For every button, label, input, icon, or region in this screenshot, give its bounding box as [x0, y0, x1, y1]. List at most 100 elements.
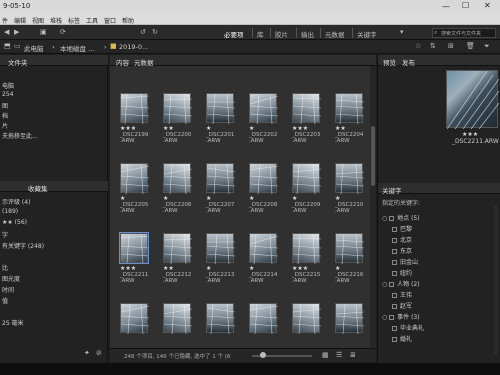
breadcrumb-item[interactable]: 此电脑 — [24, 43, 44, 53]
rating-stars[interactable]: ★ — [206, 265, 211, 272]
keyword-group[interactable]: ○ 事件 (3) — [382, 312, 420, 321]
keyword-group[interactable]: ○ 地点 (5) — [382, 213, 420, 222]
forward-icon[interactable]: ▶ — [14, 28, 19, 36]
thumbnail-image[interactable] — [206, 303, 236, 335]
menu-item[interactable]: 工具 — [86, 16, 98, 25]
thumbnail-image[interactable] — [335, 163, 365, 195]
rating-stars[interactable]: ★ — [335, 265, 340, 272]
rating-stars[interactable]: ★ — [249, 195, 254, 202]
breadcrumb-item[interactable]: 2019-0... — [119, 43, 148, 51]
thumbnail-item[interactable]: ★★★ _DSC2211 .ARW — [114, 231, 152, 287]
tab-keywords[interactable]: 关键字 — [382, 185, 402, 195]
keyword-checkbox[interactable] — [392, 326, 397, 331]
tab-metadata[interactable]: 元数据 — [134, 57, 154, 67]
keyword-checkbox[interactable] — [392, 271, 397, 276]
thumbnail-item[interactable]: ★ _DSC2206 .ARW — [157, 161, 195, 217]
thumbnail-item[interactable]: ★★★ _DSC2203 .ARW — [286, 91, 324, 147]
keywords-scrollbar[interactable] — [494, 205, 498, 355]
workspace-tab[interactable]: 输出 — [296, 28, 318, 39]
thumbnail-item[interactable]: ★ _DSC2208 .ARW — [243, 161, 281, 217]
filter-item[interactable]: 值 — [2, 296, 8, 305]
rating-stars[interactable]: ★ — [206, 195, 211, 202]
list-view-icon[interactable]: ☰ — [336, 351, 342, 359]
rating-stars[interactable]: ★ — [335, 195, 340, 202]
keyword-checkbox[interactable] — [392, 293, 397, 298]
folder-up-icon[interactable]: ⬒ — [4, 42, 11, 50]
preview-image[interactable] — [446, 70, 500, 130]
thumbnail-image[interactable] — [163, 233, 193, 265]
filter-icon[interactable]: ⏷ — [484, 42, 490, 51]
filter-item[interactable]: (189) — [2, 208, 18, 215]
keyword-item[interactable]: 东京 — [392, 246, 412, 255]
folder-item[interactable]: 档 — [2, 111, 8, 120]
folder-item[interactable]: 电脑 — [2, 81, 14, 90]
slider-handle[interactable] — [260, 352, 266, 358]
expand-icon[interactable]: ○ — [382, 215, 389, 222]
filter-item[interactable]: 图光度 — [2, 274, 20, 283]
thumbnail-image[interactable] — [335, 93, 365, 125]
keyword-item[interactable]: 北京 — [392, 235, 412, 244]
minimize-icon[interactable]: — — [442, 2, 450, 11]
camera-icon[interactable]: ▣ — [40, 28, 47, 36]
thumbnail-image[interactable] — [163, 303, 193, 335]
keyword-group[interactable]: ○ 人物 (2) — [382, 279, 420, 288]
folder-item[interactable]: 片 — [2, 121, 8, 130]
thumbnail-image[interactable] — [335, 303, 365, 335]
expand-icon[interactable]: ○ — [382, 314, 389, 321]
workspace-tab[interactable]: 库 — [252, 28, 268, 39]
keyword-item[interactable]: 纽约 — [392, 268, 412, 277]
rating-stars[interactable]: ★★★ — [120, 265, 136, 272]
filter-item[interactable]: ★★ (56) — [2, 219, 27, 226]
thumbnail-image[interactable] — [206, 93, 236, 125]
thumbnail-image[interactable] — [206, 233, 236, 265]
thumbnail-item[interactable]: ★ _DSC2202 .ARW — [243, 91, 281, 147]
rating-stars[interactable]: ★★ — [335, 125, 346, 132]
menu-item[interactable]: 窗口 — [104, 16, 116, 25]
rating-stars[interactable]: ★★ — [163, 125, 174, 132]
thumbnail-image[interactable] — [163, 163, 193, 195]
thumbnail-image[interactable] — [206, 163, 236, 195]
menu-item[interactable]: 编辑 — [14, 16, 26, 25]
thumbnail-item[interactable]: ★★★ _DSC2215 .ARW — [286, 231, 324, 287]
keyword-item[interactable]: 巴黎 — [392, 224, 412, 233]
thumbnail-item[interactable]: ★ _DSC2210 .ARW — [329, 161, 367, 217]
keyword-checkbox[interactable] — [392, 238, 397, 243]
thumbnail-image[interactable] — [249, 163, 279, 195]
grid-view-icon[interactable]: ▦ — [322, 351, 329, 359]
keyword-checkbox[interactable] — [389, 315, 395, 320]
rating-stars[interactable]: ★ — [206, 125, 211, 132]
keyword-item[interactable]: 王伟 — [392, 290, 412, 299]
thumbnail-item[interactable]: ★★★ _DSC2199 .ARW — [114, 91, 152, 147]
folder-item[interactable]: 254 — [2, 91, 13, 98]
tab-folders[interactable]: 文件夹 — [8, 57, 28, 67]
tab-publish[interactable]: 发布 — [402, 57, 415, 67]
menu-item[interactable]: 标签 — [68, 16, 80, 25]
rating-stars[interactable]: ★★★ — [120, 125, 136, 132]
thumbnail-image[interactable] — [292, 233, 322, 265]
rating-stars[interactable]: ★ — [249, 125, 254, 132]
rotate-right-icon[interactable]: ↻ — [152, 28, 158, 36]
thumbnail-image[interactable] — [249, 233, 279, 265]
rotate-left-icon[interactable]: ↺ — [140, 28, 146, 36]
maximize-icon[interactable]: ☐ — [462, 1, 469, 10]
menu-item[interactable]: 视图 — [32, 16, 44, 25]
filter-item[interactable]: 比 — [2, 263, 8, 272]
filter-item[interactable]: 字 — [2, 230, 8, 239]
filter-item[interactable]: 示评级 (4) — [2, 197, 30, 206]
rating-stars[interactable]: ★★★ — [292, 125, 308, 132]
thumbnail-image[interactable] — [292, 303, 322, 335]
thumbnail-item[interactable]: ★ _DSC2205 .ARW — [114, 161, 152, 217]
rating-stars[interactable]: ★ — [163, 195, 168, 202]
keyword-checkbox[interactable] — [392, 260, 397, 265]
thumbnail-item[interactable]: ★ _DSC2214 .ARW — [243, 231, 281, 287]
thumbnail-image[interactable] — [249, 303, 279, 335]
thumbnail-item[interactable]: ★★ _DSC2204 .ARW — [329, 91, 367, 147]
keyword-checkbox[interactable] — [389, 216, 395, 221]
filter-item[interactable]: 25 毫米 — [2, 318, 24, 327]
pin-icon[interactable]: ✦ — [84, 349, 90, 357]
thumbnail-item[interactable]: ★★ _DSC2200 .ARW — [157, 91, 195, 147]
menu-item[interactable]: 帮助 — [122, 16, 134, 25]
folder-item[interactable]: 夫拖移至此... — [2, 131, 38, 140]
tab-preview[interactable]: 预览 — [383, 57, 396, 67]
thumbnail-item[interactable]: ★ _DSC2213 .ARW — [200, 231, 238, 287]
